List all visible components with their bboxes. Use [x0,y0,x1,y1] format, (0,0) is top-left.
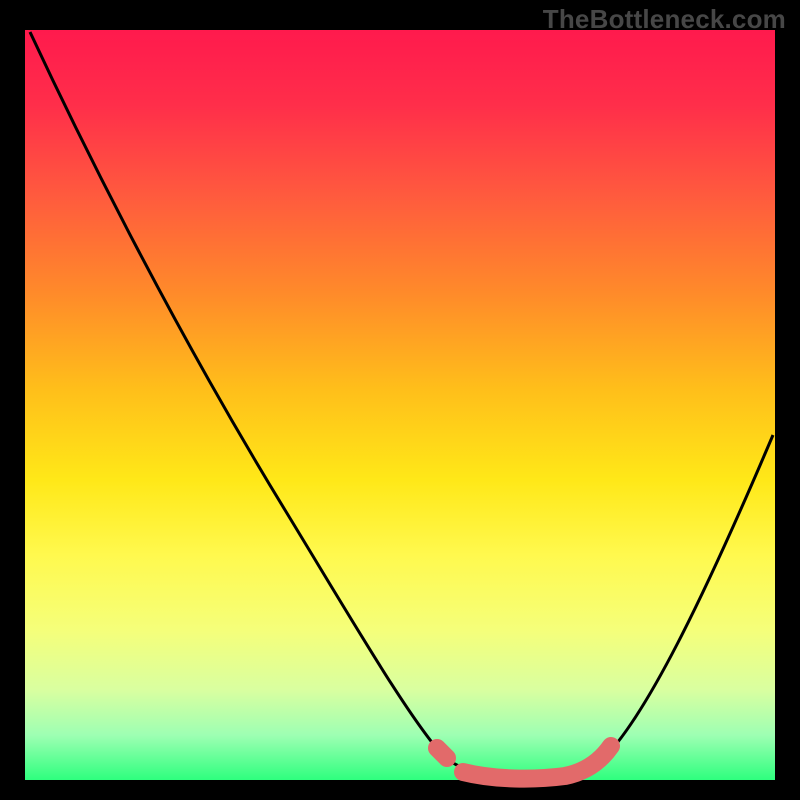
plot-area [25,30,775,780]
bottleneck-curve-svg [25,30,775,780]
chart-frame: TheBottleneck.com [0,0,800,800]
optimal-highlight-left [437,748,447,758]
optimal-highlight-main [463,746,611,779]
bottleneck-curve [30,32,773,778]
